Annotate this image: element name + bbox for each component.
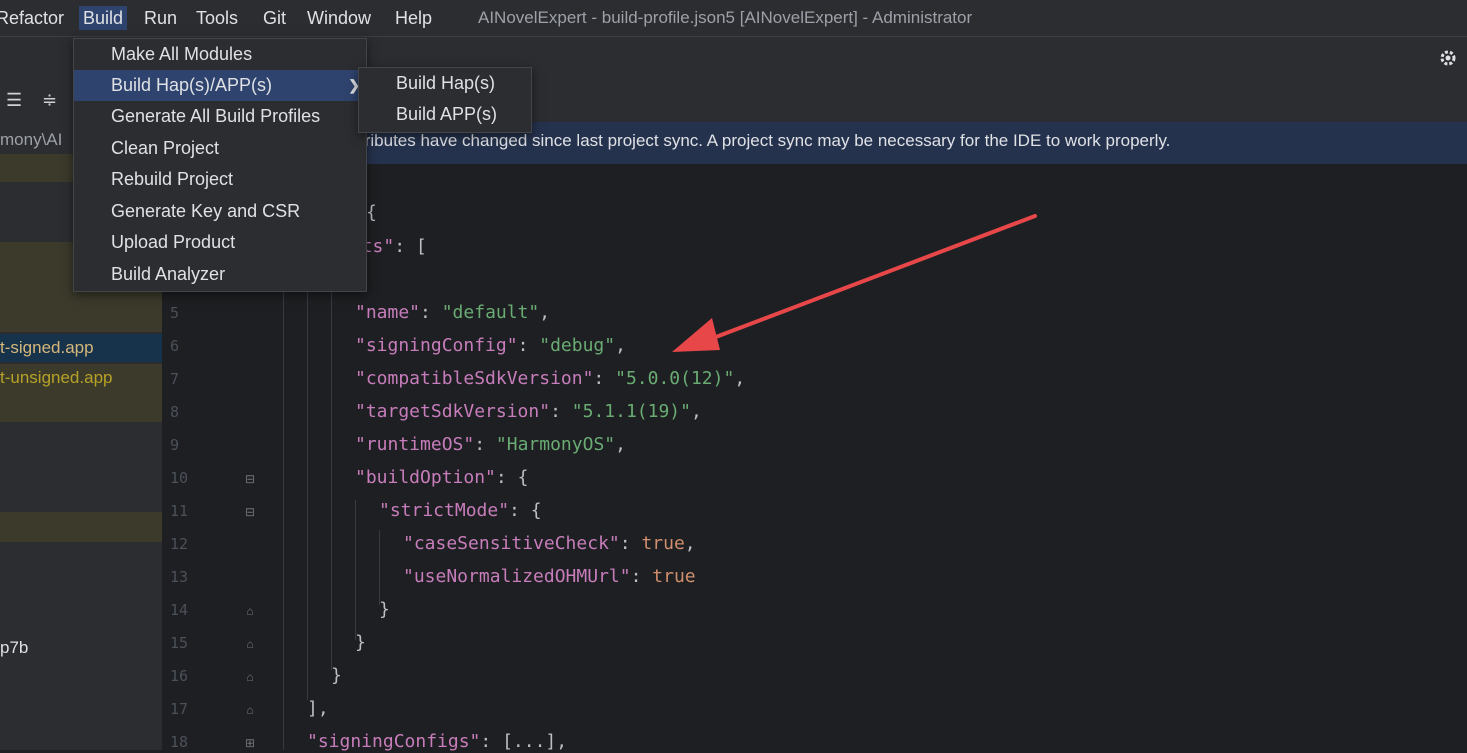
code-line: "runtimeOS": "HarmonyOS", bbox=[355, 434, 626, 455]
line-number: 17 bbox=[170, 700, 189, 718]
line-number: 7 bbox=[170, 370, 180, 388]
code-key: "useNormalizedOHMUrl" bbox=[403, 566, 631, 587]
code-punct: , bbox=[734, 368, 746, 389]
menu-help[interactable]: Help bbox=[395, 6, 432, 30]
line-number: 11 bbox=[170, 502, 189, 520]
banner-text: tributes have changed since last project… bbox=[360, 131, 1171, 150]
menu-bar: Refactor Build Run Tools Git Window Help… bbox=[0, 0, 1467, 36]
indent-guide bbox=[331, 280, 332, 670]
code-line: "strictMode": { bbox=[379, 500, 542, 522]
code-punct: : [...], bbox=[480, 731, 568, 752]
code-punct: , bbox=[615, 434, 626, 455]
menu-item-make-all-modules[interactable]: Make All Modules bbox=[74, 39, 366, 70]
code-value: "5.1.1(19)" bbox=[571, 401, 691, 422]
line-number: 18 bbox=[170, 733, 189, 751]
line-number: 8 bbox=[170, 403, 180, 421]
code-key: "strictMode" bbox=[379, 500, 510, 521]
menu-item-generate-key-and-csr[interactable]: Generate Key and CSR bbox=[74, 196, 366, 227]
menu-git[interactable]: Git bbox=[263, 6, 286, 30]
code-brace: } bbox=[355, 632, 366, 653]
code-key: "name" bbox=[355, 302, 421, 323]
code-key: "compatibleSdkVersion" bbox=[355, 368, 594, 389]
line-number: 6 bbox=[170, 337, 180, 355]
line-number: 13 bbox=[170, 568, 189, 586]
menu-item-generate-all-build-profiles[interactable]: Generate All Build Profiles bbox=[74, 101, 366, 132]
line-number: 16 bbox=[170, 667, 189, 685]
code-value: true bbox=[652, 566, 696, 587]
submenu-item-build-haps[interactable]: Build Hap(s) bbox=[359, 68, 531, 99]
fold-icon[interactable]: ⊟ bbox=[244, 472, 256, 486]
code-punct: , bbox=[690, 401, 702, 422]
menu-window[interactable]: Window bbox=[307, 6, 371, 30]
code-key: "caseSensitiveCheck" bbox=[403, 533, 620, 554]
indent-guide bbox=[355, 500, 356, 640]
menu-item-clean-project[interactable]: Clean Project bbox=[74, 133, 366, 164]
menu-item-upload-product[interactable]: Upload Product bbox=[74, 227, 366, 258]
line-number: 9 bbox=[170, 436, 180, 454]
code-punct: : { bbox=[509, 500, 542, 521]
line-number: 14 bbox=[170, 601, 189, 619]
code-brace: } bbox=[379, 599, 390, 620]
code-punct: : { bbox=[495, 467, 529, 488]
fold-end-icon[interactable]: ⌂ bbox=[244, 703, 256, 717]
line-number: 10 bbox=[170, 469, 189, 487]
fold-icon[interactable]: ⊟ bbox=[244, 505, 256, 519]
build-submenu: Build Hap(s) Build APP(s) bbox=[358, 67, 532, 133]
code-brace: ], bbox=[307, 698, 329, 719]
list-item[interactable]: p7b bbox=[0, 634, 162, 662]
code-line: "signingConfig": "debug", bbox=[355, 335, 626, 356]
fold-end-icon[interactable]: ⌂ bbox=[244, 637, 256, 651]
menu-item-build-haps-apps[interactable]: Build Hap(s)/APP(s) ❯ bbox=[74, 70, 366, 101]
code-punct: : [ bbox=[394, 236, 427, 257]
indent-guide bbox=[379, 530, 380, 605]
code-line: "compatibleSdkVersion": "5.0.0(12)", bbox=[355, 368, 746, 389]
menu-item-rebuild-project[interactable]: Rebuild Project bbox=[74, 164, 366, 195]
indent-guide bbox=[307, 280, 308, 700]
menu-build[interactable]: Build bbox=[79, 6, 128, 30]
submenu-item-build-apps[interactable]: Build APP(s) bbox=[359, 99, 531, 130]
code-line: "targetSdkVersion": "5.1.1(19)", bbox=[355, 401, 702, 422]
code-line: "name": "default", bbox=[355, 302, 551, 323]
menu-refactor[interactable]: Refactor bbox=[0, 6, 64, 30]
line-number: 12 bbox=[170, 535, 189, 553]
list-item[interactable]: t-signed.app bbox=[0, 334, 162, 362]
fold-end-icon[interactable]: ⌂ bbox=[244, 604, 256, 618]
code-key: "signingConfigs" bbox=[307, 731, 481, 752]
code-value: true bbox=[641, 533, 685, 554]
code-punct: , bbox=[539, 302, 551, 323]
expand-icon[interactable]: ⊞ bbox=[244, 736, 256, 750]
fold-end-icon[interactable]: ⌂ bbox=[244, 670, 256, 684]
code-key: "targetSdkVersion" bbox=[355, 401, 551, 422]
code-key: "buildOption" bbox=[355, 467, 496, 488]
line-number: 15 bbox=[170, 634, 189, 652]
code-value: "HarmonyOS" bbox=[495, 434, 616, 455]
code-key: "signingConfig" bbox=[355, 335, 518, 356]
expand-all-icon[interactable]: ☰ bbox=[6, 90, 22, 111]
code-value: "default" bbox=[441, 302, 540, 323]
code-line: "caseSensitiveCheck": true, bbox=[403, 533, 696, 554]
list-item[interactable]: t-unsigned.app bbox=[0, 364, 162, 422]
code-line: "useNormalizedOHMUrl": true bbox=[403, 566, 696, 587]
menu-run[interactable]: Run bbox=[144, 6, 177, 30]
code-punct: , bbox=[684, 533, 696, 554]
highlight-row bbox=[0, 512, 162, 542]
code-value: "debug" bbox=[539, 335, 616, 356]
code-key: "runtimeOS" bbox=[355, 434, 475, 455]
code-punct: , bbox=[615, 335, 626, 356]
window-title: AINovelExpert - build-profile.json5 [AIN… bbox=[478, 8, 973, 27]
code-brace: } bbox=[331, 665, 342, 686]
menu-item-build-analyzer[interactable]: Build Analyzer bbox=[74, 259, 366, 290]
build-menu: Make All Modules Build Hap(s)/APP(s) ❯ Ge… bbox=[73, 38, 367, 292]
gear-icon[interactable] bbox=[1439, 49, 1457, 67]
code-brace: { bbox=[366, 202, 377, 223]
line-number: 5 bbox=[170, 304, 180, 322]
code-value: "5.0.0(12)" bbox=[615, 368, 735, 389]
collapse-all-icon[interactable]: ≑ bbox=[42, 90, 57, 111]
menu-tools[interactable]: Tools bbox=[196, 6, 238, 30]
code-line: "buildOption": { bbox=[355, 467, 528, 489]
